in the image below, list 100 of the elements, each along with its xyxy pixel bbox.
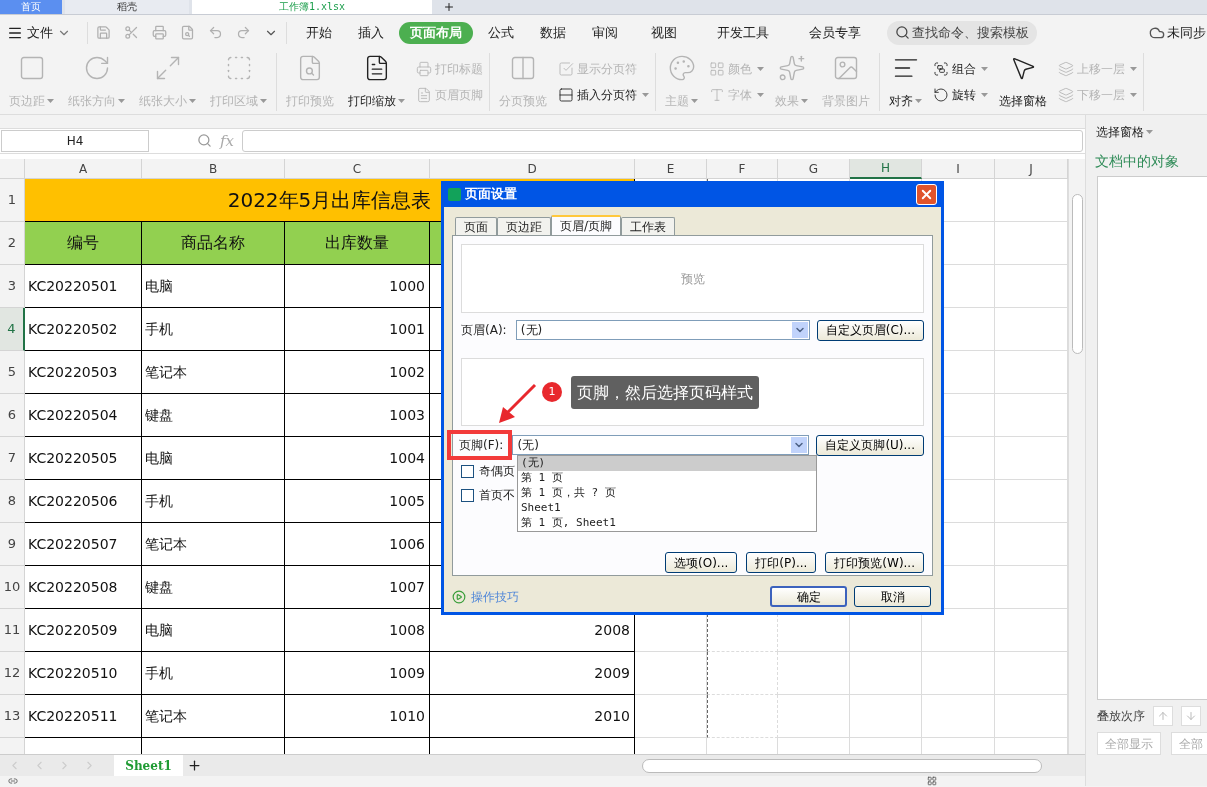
row-header[interactable]: 3 [0,265,25,308]
scissors-icon[interactable] [124,25,139,40]
grid-cell [635,652,707,695]
vertical-scrollbar[interactable] [1068,159,1085,754]
row-header[interactable]: 13 [0,695,25,738]
palette-icon [667,54,696,82]
ribbon-button[interactable]: 选择窗格 [994,54,1052,110]
table-cell: 1010 [285,695,430,738]
menu-tab[interactable]: 公式 [477,21,525,44]
dropdown-button[interactable] [791,437,808,453]
column-header[interactable]: F [707,159,778,179]
normal-view-icon[interactable] [927,776,937,786]
row-header[interactable]: 11 [0,609,25,652]
move-up-button[interactable] [1153,706,1173,726]
save-icon[interactable] [96,25,111,40]
table-cell: 手机 [142,308,285,351]
select-field[interactable]: (无) [515,320,810,340]
column-header[interactable]: G [778,159,850,179]
menu-tab[interactable]: 数据 [529,21,577,44]
column-header[interactable]: A [25,159,142,179]
row-header[interactable]: 9 [0,523,25,566]
pane-title[interactable]: 选择窗格 [1096,123,1207,141]
name-box[interactable]: H4 [1,129,149,152]
column-header[interactable]: D [430,159,635,179]
formula-input[interactable] [242,129,1083,152]
checkbox[interactable] [461,488,474,502]
menu-tab[interactable]: 视图 [640,21,688,44]
sync-status[interactable]: 未同步 [1167,22,1206,43]
grid-cell [707,652,778,695]
menu-tab[interactable]: 开发工具 [706,21,780,44]
pane-heading: 文档中的对象 [1095,152,1180,171]
row-header[interactable]: 4 [0,308,25,351]
row-header[interactable]: 5 [0,351,25,394]
row-header[interactable]: 8 [0,480,25,523]
dropdown-option[interactable]: (无) [518,456,816,471]
select-all-corner[interactable] [0,159,25,179]
column-header[interactable]: J [995,159,1068,179]
dropdown-option[interactable]: 第 1 页, Sheet1 [518,516,816,531]
grid-cell [778,695,850,738]
status-icon [8,776,18,786]
dialog-tab[interactable]: 页面 [455,217,497,235]
table-cell: KC20220503 [25,351,142,394]
new-tab-icon[interactable] [443,1,455,13]
caret-icon [981,67,988,71]
row-header[interactable]: 1 [0,179,25,222]
ribbon-button[interactable]: 对齐 [884,54,927,110]
select-field[interactable]: (无) [512,435,810,455]
dialog-tab[interactable]: 页边距 [497,217,551,235]
checkbox-icon [558,61,574,77]
horizontal-scrollbar[interactable] [642,758,1042,773]
custom-header-button[interactable]: 自定义页眉(C)... [816,319,924,341]
row-header[interactable]: 12 [0,652,25,695]
ribbon-button[interactable]: 插入分页符 [556,84,651,106]
app-tab[interactable]: 稻壳 [65,0,189,14]
caret-icon [981,93,988,97]
redo-icon[interactable] [236,25,251,40]
row-header[interactable]: 2 [0,222,25,265]
column-header[interactable]: B [142,159,285,179]
column-header[interactable]: C [285,159,430,179]
checkbox[interactable] [461,464,474,478]
search-field[interactable]: 查找命令、搜索模板 [887,20,1037,45]
dropdown-option[interactable]: 第 1 页，共 ? 页 [518,486,816,501]
ribbon-button[interactable]: 组合 [931,58,990,80]
menu-tab[interactable]: 审阅 [581,21,629,44]
printer-icon[interactable] [152,25,167,40]
sheet-tab[interactable]: Sheet1 [114,754,183,777]
file-menu[interactable]: 文件 [27,22,71,43]
dialog-tab[interactable]: 工作表 [621,217,676,235]
menu-tab[interactable]: 会员专享 [798,21,872,44]
cancel-button[interactable]: 取消 [854,586,931,607]
dialog-button[interactable]: 选项(O)... [665,552,738,573]
zoom-icon[interactable] [197,133,212,149]
caret-icon [801,99,808,103]
row-header[interactable]: 7 [0,437,25,480]
dropdown-option[interactable]: Sheet1 [518,501,816,516]
dialog-button[interactable]: 打印预览(W)... [825,552,924,573]
menu-tab[interactable]: 开始 [295,21,343,44]
column-header[interactable]: I [922,159,995,179]
table-cell: 键盘 [142,394,285,437]
add-sheet-icon[interactable] [187,758,202,773]
row-header[interactable]: 10 [0,566,25,609]
column-header[interactable]: E [635,159,707,179]
custom-footer-button[interactable]: 自定义页脚(U)... [816,434,924,456]
row-header[interactable]: 6 [0,394,25,437]
table-cell: 1002 [285,351,430,394]
print-preview-icon[interactable] [180,25,195,40]
column-header[interactable]: H [850,159,922,179]
dialog-tab[interactable]: 页眉/页脚 [551,215,622,235]
dropdown-button[interactable] [791,322,808,338]
close-button[interactable] [916,183,937,205]
undo-icon[interactable] [208,25,223,40]
dialog-button[interactable]: 打印(P)... [746,552,817,573]
dropdown-option[interactable]: 第 1 页 [518,471,816,486]
app-tab[interactable]: 工作簿1.xlsx [192,0,432,14]
menu-tab[interactable]: 插入 [347,21,395,44]
ribbon-button[interactable]: 打印缩放 [343,54,410,110]
ok-button[interactable]: 确定 [770,586,847,607]
ribbon-button[interactable]: 旋转 [931,84,990,106]
move-down-button[interactable] [1181,706,1201,726]
table-cell: 笔记本 [142,351,285,394]
